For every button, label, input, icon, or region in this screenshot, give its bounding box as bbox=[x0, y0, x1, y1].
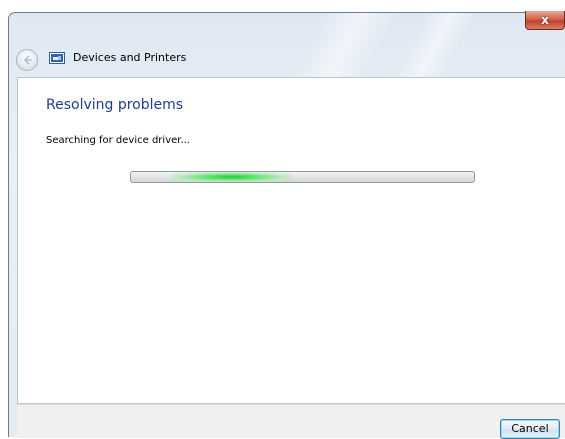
close-icon: x bbox=[541, 13, 549, 27]
title-bar-glass bbox=[290, 13, 398, 81]
title-bar-glass bbox=[390, 13, 478, 81]
page-title: Resolving problems bbox=[46, 97, 184, 113]
back-arrow-icon bbox=[24, 55, 32, 65]
devices-and-printers-icon bbox=[49, 52, 65, 64]
close-button[interactable]: x bbox=[525, 11, 565, 30]
footer-bar: Cancel bbox=[17, 404, 565, 439]
window-title: Devices and Printers bbox=[73, 51, 187, 64]
progress-bar bbox=[130, 171, 475, 183]
status-text: Searching for device driver... bbox=[46, 135, 190, 146]
cancel-button[interactable]: Cancel bbox=[500, 419, 560, 439]
content-panel: Resolving problems Searching for device … bbox=[17, 77, 565, 404]
back-button[interactable] bbox=[16, 49, 38, 71]
progress-marquee bbox=[171, 172, 291, 182]
dialog-window: x Devices and Printers Resolving problem… bbox=[8, 11, 565, 439]
